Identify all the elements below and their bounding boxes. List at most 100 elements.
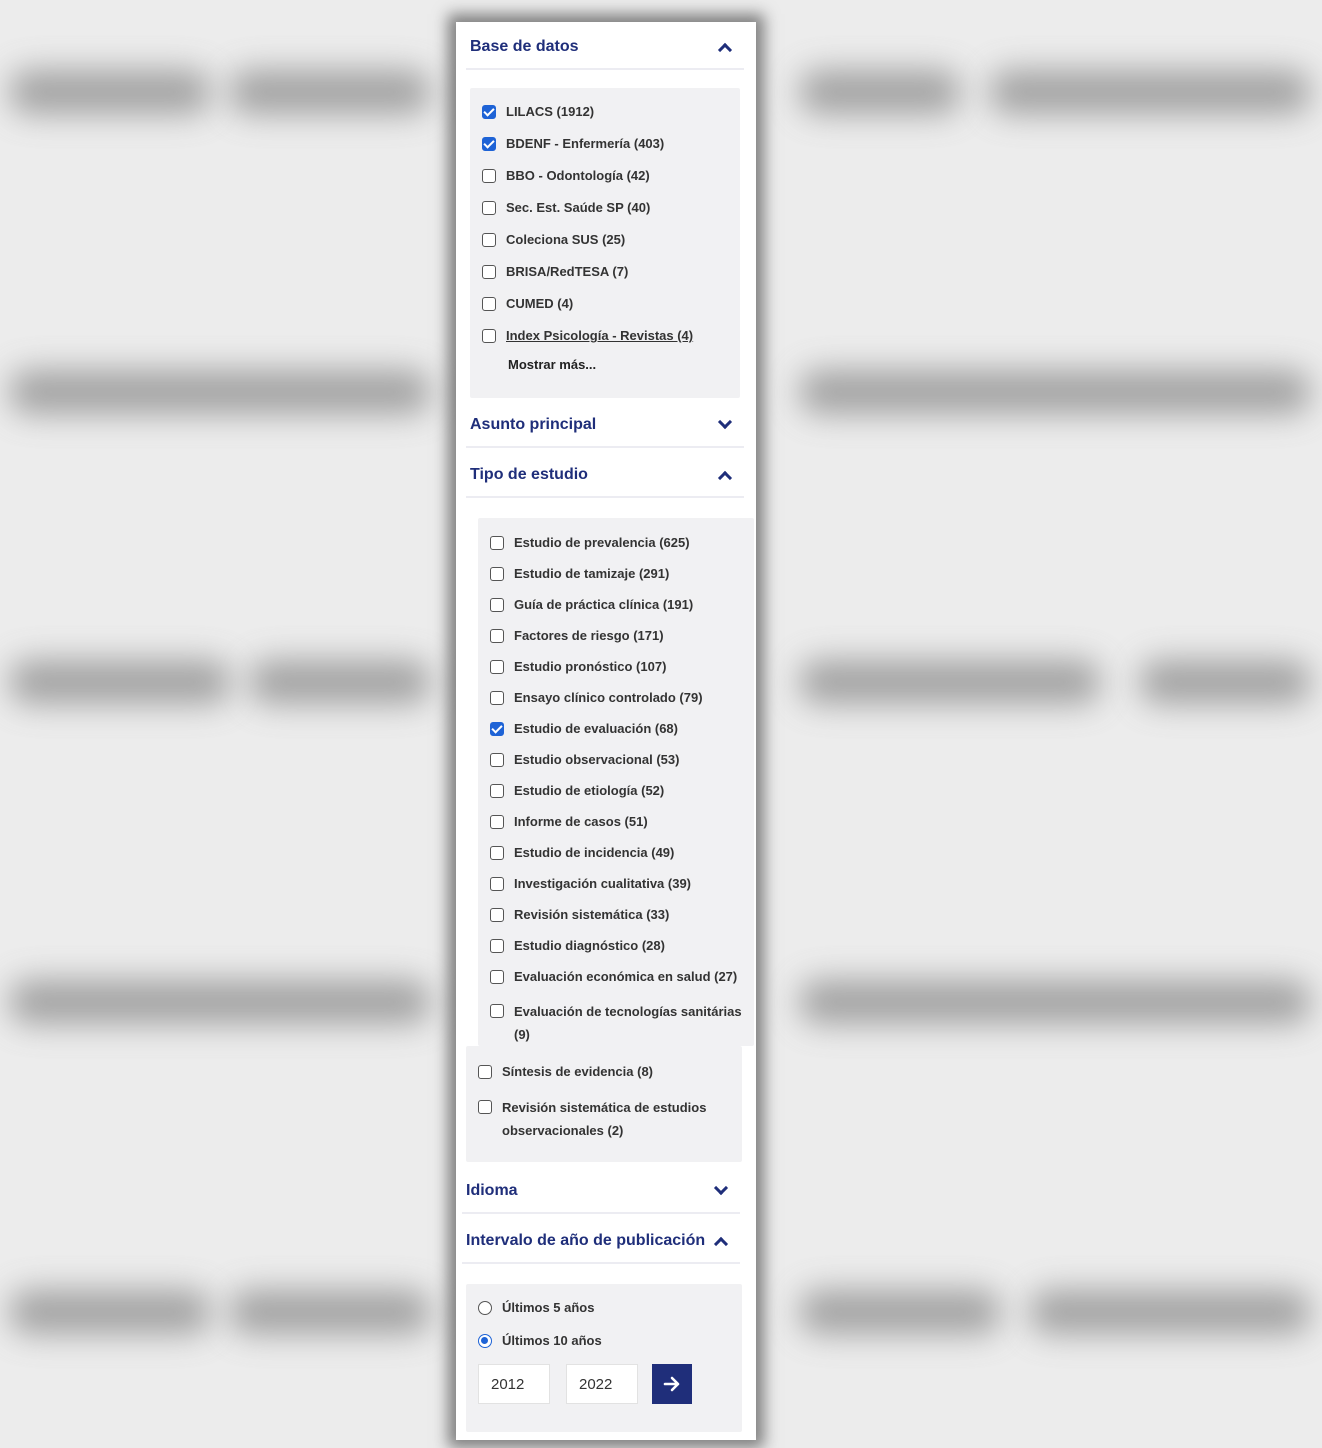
option-label: Estudio de tamizaje (291) [514,566,670,581]
option-sec-est[interactable]: Sec. Est. Saúde SP (40) [482,200,650,215]
checkbox[interactable] [482,232,496,247]
checkbox[interactable] [490,535,504,550]
checkbox[interactable] [490,907,504,922]
option-study-type[interactable]: Estudio pronóstico (107) [490,659,666,674]
option-study-type[interactable]: Estudio de tamizaje (291) [490,566,669,581]
tipo-estudio-options-more: Síntesis de evidencia (8) Revisión siste… [466,1046,742,1162]
checkbox[interactable] [490,752,504,767]
chevron-up-icon[interactable] [717,42,733,58]
checkbox[interactable] [490,783,504,798]
option-study-type[interactable]: Estudio diagnóstico (28) [490,938,665,953]
option-label: BRISA/RedTESA (7) [506,264,629,279]
checkbox[interactable] [482,296,496,311]
radio-button[interactable] [478,1333,492,1348]
option-label: Evaluación económica en salud (27) [514,969,738,984]
radio-label: Últimos 10 años [502,1333,602,1348]
option-label: Revisión sistemática (33) [514,907,670,922]
radio-last-10-years[interactable]: Últimos 10 años [478,1333,602,1348]
radio-button[interactable] [478,1300,492,1315]
checkbox[interactable] [478,1100,492,1114]
base-datos-options: LILACS (1912) BDENF - Enfermería (403) B… [470,88,740,398]
tipo-estudio-header[interactable]: Tipo de estudio [466,454,744,498]
option-label: Estudio de evaluación (68) [514,721,678,736]
option-study-type[interactable]: Estudio de evaluación (68) [490,721,678,736]
checkbox[interactable] [482,136,496,151]
option-label: Ensayo clínico controlado (79) [514,690,703,705]
asunto-header[interactable]: Asunto principal [466,404,744,448]
option-label: Estudio diagnóstico (28) [514,938,665,953]
option-study-type[interactable]: Ensayo clínico controlado (79) [490,690,703,705]
radio-label: Últimos 5 años [502,1300,595,1315]
checkbox[interactable] [490,690,504,705]
checkbox[interactable] [490,845,504,860]
chevron-up-icon[interactable] [717,470,733,486]
option-study-type[interactable]: Estudio de prevalencia (625) [490,535,690,550]
intervalo-header[interactable]: Intervalo de año de publicación [462,1220,740,1264]
chevron-up-icon[interactable] [713,1236,729,1252]
checkbox[interactable] [482,328,496,343]
checkbox[interactable] [490,628,504,643]
asunto-title: Asunto principal [470,416,597,433]
show-more-link[interactable]: Mostrar más... [508,357,596,372]
checkbox[interactable] [482,104,496,119]
base-datos-header[interactable]: Base de datos [466,26,744,70]
option-study-type[interactable]: Guía de práctica clínica (191) [490,597,693,612]
checkbox[interactable] [478,1064,492,1079]
apply-year-range-button[interactable] [652,1364,692,1404]
option-label: Investigación cualitativa (39) [514,876,692,891]
intervalo-title: Intervalo de año de publicación [466,1232,706,1249]
option-label: Informe de casos (51) [514,814,648,829]
option-coleciona[interactable]: Coleciona SUS (25) [482,232,625,247]
chevron-down-icon[interactable] [717,414,733,430]
option-label: Estudio de incidencia (49) [514,845,675,860]
option-label: Revisión sistemática de estudios observa… [502,1100,707,1138]
option-study-type[interactable]: Evaluación económica en salud (27) [490,969,737,984]
option-study-type[interactable]: Evaluación de tecnologías sanitárias (9) [490,1000,752,1046]
checkbox[interactable] [482,264,496,279]
option-study-type[interactable]: Factores de riesgo (171) [490,628,664,643]
option-cumed[interactable]: CUMED (4) [482,296,573,311]
option-index-psicologia[interactable]: Index Psicología - Revistas (4) [482,328,693,343]
chevron-down-icon[interactable] [713,1180,729,1196]
radio-last-5-years[interactable]: Últimos 5 años [478,1300,594,1315]
arrow-right-icon [663,1376,680,1392]
option-label: Estudio de etiología (52) [514,783,665,798]
option-study-type[interactable]: Estudio observacional (53) [490,752,679,767]
checkbox[interactable] [490,721,504,736]
checkbox[interactable] [482,200,496,215]
checkbox[interactable] [482,168,496,183]
checkbox[interactable] [490,814,504,829]
to-year-input[interactable]: 2022 [566,1364,638,1404]
base-datos-title: Base de datos [470,38,579,55]
option-bbo[interactable]: BBO - Odontología (42) [482,168,650,183]
option-label: Estudio pronóstico (107) [514,659,667,674]
tipo-estudio-options: Estudio de prevalencia (625) Estudio de … [478,518,754,1046]
from-year-input[interactable]: 2012 [478,1364,550,1404]
checkbox[interactable] [490,659,504,674]
option-label: Factores de riesgo (171) [514,628,664,643]
option-label: Síntesis de evidencia (8) [502,1064,654,1079]
option-lilacs[interactable]: LILACS (1912) [482,104,594,119]
checkbox[interactable] [490,597,504,612]
checkbox[interactable] [490,938,504,953]
option-study-type[interactable]: Revisión sistemática (33) [490,907,669,922]
idioma-header[interactable]: Idioma [462,1170,740,1214]
filter-panel: Base de datos LILACS (1912) BDENF - Enfe… [456,22,756,1440]
option-study-type[interactable]: Revisión sistemática de estudios observa… [478,1096,728,1142]
option-study-type[interactable]: Síntesis de evidencia (8) [478,1064,653,1079]
option-label: Index Psicología - Revistas (4) [506,328,694,343]
option-label: CUMED (4) [506,296,574,311]
checkbox[interactable] [490,1004,504,1018]
option-study-type[interactable]: Estudio de incidencia (49) [490,845,674,860]
option-study-type[interactable]: Informe de casos (51) [490,814,648,829]
checkbox[interactable] [490,566,504,581]
option-bdenf[interactable]: BDENF - Enfermería (403) [482,136,664,151]
option-label: BDENF - Enfermería (403) [506,136,665,151]
option-study-type[interactable]: Estudio de etiología (52) [490,783,664,798]
option-label: Evaluación de tecnologías sanitárias (9) [514,1004,742,1042]
idioma-title: Idioma [466,1182,518,1199]
checkbox[interactable] [490,969,504,984]
option-brisa[interactable]: BRISA/RedTESA (7) [482,264,628,279]
option-study-type[interactable]: Investigación cualitativa (39) [490,876,691,891]
checkbox[interactable] [490,876,504,891]
